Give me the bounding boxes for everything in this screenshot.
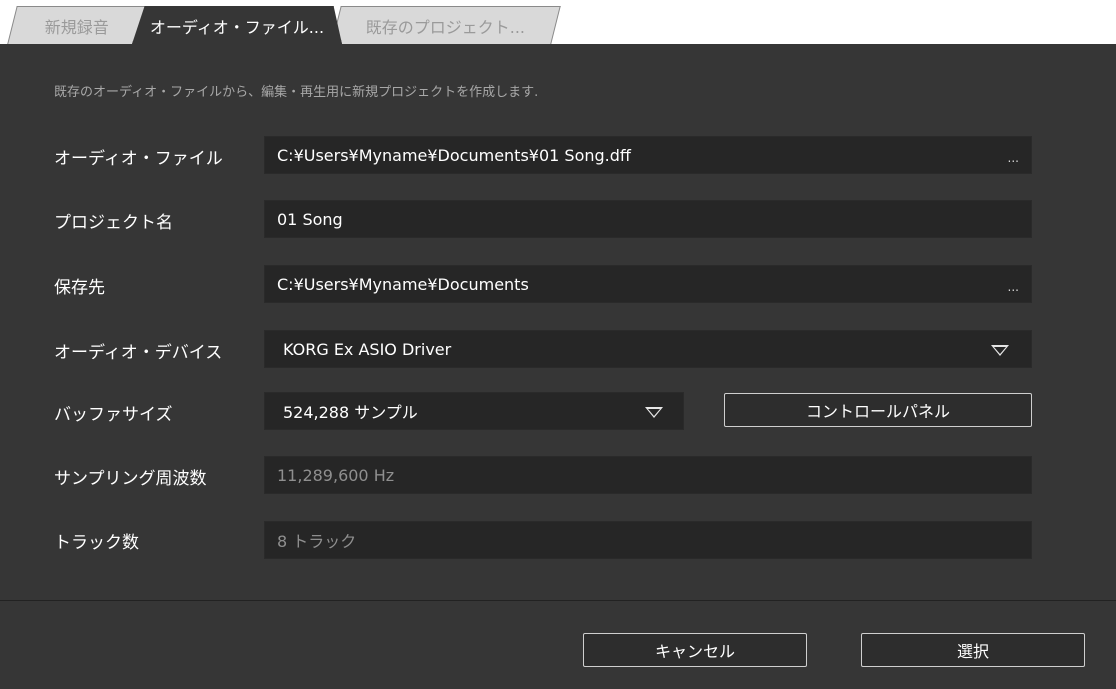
track-count-label: トラック数 (54, 533, 139, 553)
buffer-size-value: 524,288 サンプル (283, 403, 418, 422)
audio-device-value: KORG Ex ASIO Driver (283, 339, 452, 359)
project-name-value: 01 Song (277, 209, 343, 229)
dialog-content: 既存のオーディオ・ファイルから、編集・再生用に新規プロジェクトを作成します. オ… (0, 44, 1116, 601)
tab-label: 新規録音 (44, 17, 109, 37)
audio-device-select[interactable]: KORG Ex ASIO Driver (264, 330, 1032, 368)
tab-audio-file[interactable]: オーディオ・ファイル... (132, 6, 342, 44)
project-name-label: プロジェクト名 (54, 213, 173, 233)
select-button[interactable]: 選択 (861, 633, 1085, 667)
sample-rate-label: サンプリング周波数 (54, 469, 207, 489)
sample-rate-field: 11,289,600 Hz (264, 456, 1032, 494)
description-text: 既存のオーディオ・ファイルから、編集・再生用に新規プロジェクトを作成します. (54, 85, 539, 100)
audio-file-field[interactable]: C:¥Users¥Myname¥Documents¥01 Song.dff ..… (264, 136, 1032, 174)
audio-file-value: C:¥Users¥Myname¥Documents¥01 Song.dff (277, 145, 631, 165)
audio-file-label: オーディオ・ファイル (54, 149, 223, 169)
save-to-label: 保存先 (54, 278, 105, 298)
project-name-input[interactable]: 01 Song (264, 200, 1032, 238)
tab-bar: 新規録音 オーディオ・ファイル... 既存のプロジェクト... (0, 0, 1116, 44)
track-count-value: 8 トラック (277, 532, 357, 551)
dialog-footer: キャンセル 選択 (0, 600, 1116, 689)
cancel-button[interactable]: キャンセル (583, 633, 807, 667)
triangle-down-icon (991, 345, 1009, 356)
ellipsis-icon[interactable]: ... (1008, 151, 1019, 165)
tab-label: オーディオ・ファイル... (149, 17, 325, 37)
tab-existing-project[interactable]: 既存のプロジェクト... (331, 6, 561, 44)
tab-label: 既存のプロジェクト... (366, 17, 526, 37)
control-panel-button[interactable]: コントロールパネル (724, 393, 1032, 427)
triangle-down-icon (645, 407, 663, 418)
buffer-size-select[interactable]: 524,288 サンプル (264, 392, 684, 430)
save-to-field[interactable]: C:¥Users¥Myname¥Documents ... (264, 265, 1032, 303)
tab-new-recording[interactable]: 新規録音 (7, 6, 147, 44)
save-to-value: C:¥Users¥Myname¥Documents (277, 274, 529, 294)
audio-device-label: オーディオ・デバイス (54, 343, 223, 363)
sample-rate-value: 11,289,600 Hz (277, 465, 395, 485)
track-count-field: 8 トラック (264, 521, 1032, 559)
buffer-size-label: バッファサイズ (54, 405, 173, 425)
ellipsis-icon[interactable]: ... (1008, 280, 1019, 294)
